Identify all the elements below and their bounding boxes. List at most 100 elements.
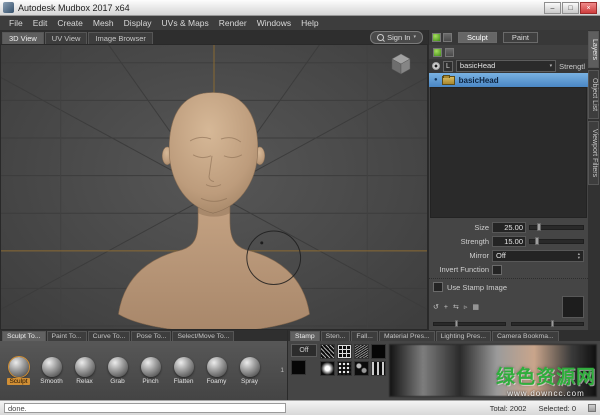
tab-paint[interactable]: Paint: [503, 32, 538, 43]
play-stamp-icon[interactable]: ▹: [464, 303, 468, 311]
bottom-trays: Sculpt To... Paint To... Curve To... Pos…: [0, 330, 600, 400]
sign-in-button[interactable]: Sign In ▾: [370, 31, 423, 44]
sign-in-label: Sign In: [387, 33, 410, 42]
tray-tab-select-move-tools[interactable]: Select/Move To...: [172, 331, 234, 341]
side-tab-object-list[interactable]: Object List: [588, 70, 599, 119]
menu-help[interactable]: Help: [296, 18, 323, 28]
add-stamp-icon[interactable]: +: [444, 304, 448, 311]
stamp-preview-thumbnail[interactable]: [562, 296, 584, 318]
mudbox-window: Autodesk Mudbox 2017 x64 – □ × File Edit…: [0, 0, 600, 415]
tool-tray-tabs: Sculpt To... Paint To... Curve To... Pos…: [0, 330, 287, 341]
size-slider[interactable]: [529, 225, 584, 230]
stamp-slider-2[interactable]: [511, 322, 584, 326]
stamp-slider-1[interactable]: [433, 322, 506, 326]
use-stamp-row: Use Stamp Image: [433, 282, 584, 292]
use-stamp-label: Use Stamp Image: [447, 283, 507, 292]
add-layer-icon[interactable]: [433, 48, 442, 57]
menu-mesh[interactable]: Mesh: [88, 18, 119, 28]
side-tab-strip: Layers Object List Viewport Filters: [588, 30, 600, 330]
layer-selector-dropdown[interactable]: basicHead ▾: [456, 60, 556, 72]
tool-grab[interactable]: Grab: [102, 357, 133, 385]
duplicate-layer-icon[interactable]: [445, 48, 454, 57]
chevron-down-icon: ▾: [413, 35, 416, 40]
tray-page-indicator: 1: [280, 367, 284, 374]
stamp-thumbnail[interactable]: [371, 361, 386, 376]
tool-spray[interactable]: Spray: [234, 357, 265, 385]
mirror-label: Mirror: [433, 251, 489, 260]
close-button[interactable]: ×: [580, 2, 597, 14]
size-property-row: Size 25.00: [433, 222, 584, 233]
side-tab-layers[interactable]: Layers: [588, 31, 599, 68]
stamp-grid-icon[interactable]: ▦: [472, 303, 479, 311]
tray-tab-stencil[interactable]: Sten...: [321, 331, 351, 341]
minimize-button[interactable]: –: [544, 2, 561, 14]
tool-foamy[interactable]: Foamy: [201, 357, 232, 385]
layer-item-basichead[interactable]: ● basicHead: [429, 73, 588, 87]
stamp-thumbnail[interactable]: [371, 344, 386, 359]
size-label: Size: [433, 223, 489, 232]
menu-create[interactable]: Create: [52, 18, 88, 28]
stamp-off-button[interactable]: Off: [291, 344, 317, 357]
strength-column-label: Strengtl: [559, 62, 585, 71]
strength-value-field[interactable]: 15.00: [492, 236, 526, 247]
tray-tab-material-presets[interactable]: Material Pres...: [379, 331, 435, 341]
stamp-thumbnail[interactable]: [337, 344, 352, 359]
stamp-thumbnail[interactable]: [354, 361, 369, 376]
invert-property-row: Invert Function: [433, 264, 584, 275]
3d-viewport[interactable]: [0, 44, 428, 330]
menu-render[interactable]: Render: [214, 18, 252, 28]
tab-image-browser[interactable]: Image Browser: [88, 32, 152, 44]
tray-tab-curve-tools[interactable]: Curve To...: [88, 331, 131, 341]
menu-windows[interactable]: Windows: [252, 18, 296, 28]
progress-status: done.: [4, 403, 286, 413]
size-value-field[interactable]: 25.00: [492, 222, 526, 233]
strength-slider[interactable]: [529, 239, 584, 244]
side-tab-viewport-filters[interactable]: Viewport Filters: [588, 121, 599, 185]
tray-tab-stamp[interactable]: Stamp: [290, 331, 320, 341]
tray-tab-paint-tools[interactable]: Paint To...: [47, 331, 87, 341]
menu-bar: File Edit Create Mesh Display UVs & Maps…: [0, 16, 600, 30]
tab-sculpt[interactable]: Sculpt: [458, 32, 497, 43]
new-layer-icon[interactable]: [432, 33, 441, 42]
tray-tab-falloff[interactable]: Fall...: [351, 331, 378, 341]
menu-file[interactable]: File: [4, 18, 28, 28]
total-count: Total: 2002: [490, 404, 527, 413]
tray-tab-camera-bookmarks[interactable]: Camera Bookma...: [492, 331, 559, 341]
stamp-thumbnail[interactable]: [320, 361, 335, 376]
tool-smooth[interactable]: Smooth: [36, 357, 67, 385]
visibility-eye-icon[interactable]: [432, 62, 440, 70]
invert-function-checkbox[interactable]: [492, 265, 502, 275]
menu-uvs-maps[interactable]: UVs & Maps: [157, 18, 214, 28]
swap-stamp-icon[interactable]: ⇆: [453, 303, 459, 311]
spinner-arrows-icon[interactable]: ▴▾: [578, 252, 580, 260]
reset-stamp-icon[interactable]: ↺: [433, 303, 439, 311]
tab-uv-view[interactable]: UV View: [45, 32, 88, 44]
stamp-thumbnail[interactable]: [354, 344, 369, 359]
menu-edit[interactable]: Edit: [28, 18, 53, 28]
mirror-dropdown[interactable]: Off ▴▾: [492, 250, 584, 262]
maximize-button[interactable]: □: [562, 2, 579, 14]
tray-tab-sculpt-tools[interactable]: Sculpt To...: [2, 331, 46, 341]
stamp-thumbnail[interactable]: [291, 360, 306, 375]
relax-tool-icon: [75, 357, 95, 377]
layer-list-area[interactable]: [430, 87, 587, 218]
head-model: [118, 92, 309, 329]
view-cube[interactable]: [389, 51, 413, 75]
tool-relax[interactable]: Relax: [69, 357, 100, 385]
tool-flatten[interactable]: Flatten: [168, 357, 199, 385]
tool-pinch[interactable]: Pinch: [135, 357, 166, 385]
mudbox-logo-icon: [3, 2, 14, 13]
foamy-tool-icon: [207, 357, 227, 377]
tool-sculpt[interactable]: Sculpt: [3, 357, 34, 385]
tray-tab-pose-tools[interactable]: Pose To...: [131, 331, 171, 341]
menu-display[interactable]: Display: [119, 18, 157, 28]
stamp-image-section: Use Stamp Image ↺ + ⇆ ▹ ▦: [429, 278, 588, 330]
tool-properties: Size 25.00 Strength 15.00 Mirror Off ▴▾: [429, 218, 588, 278]
tab-3d-view[interactable]: 3D View: [2, 32, 44, 44]
folder-icon[interactable]: [443, 33, 452, 42]
tray-tab-lighting-presets[interactable]: Lighting Pres...: [436, 331, 491, 341]
stamp-preview-strip[interactable]: [389, 344, 597, 397]
stamp-thumbnail[interactable]: [337, 361, 352, 376]
stamp-thumbnail[interactable]: [320, 344, 335, 359]
use-stamp-checkbox[interactable]: [433, 282, 443, 292]
